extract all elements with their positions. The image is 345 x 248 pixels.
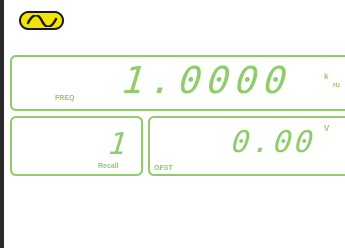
recall-panel[interactable]: 1 Recall xyxy=(10,116,143,176)
recall-value: 1 xyxy=(107,127,129,162)
offset-unit: V xyxy=(324,124,330,133)
frequency-value: 1.0000 xyxy=(121,59,296,102)
left-edge xyxy=(0,0,4,248)
sine-wave-icon xyxy=(26,14,57,27)
recall-label: Recall xyxy=(98,163,119,170)
frequency-unit: Hz xyxy=(333,83,341,89)
offset-panel[interactable]: 0.00 V OFST xyxy=(148,116,345,176)
frequency-panel[interactable]: 1.0000 k Hz FREQ xyxy=(10,55,345,111)
offset-value: 0.00 xyxy=(230,125,319,160)
frequency-label: FREQ xyxy=(55,95,75,102)
waveform-button[interactable] xyxy=(19,11,64,30)
frequency-unit-prefix: k xyxy=(324,72,329,81)
offset-label: OFST xyxy=(154,165,173,172)
